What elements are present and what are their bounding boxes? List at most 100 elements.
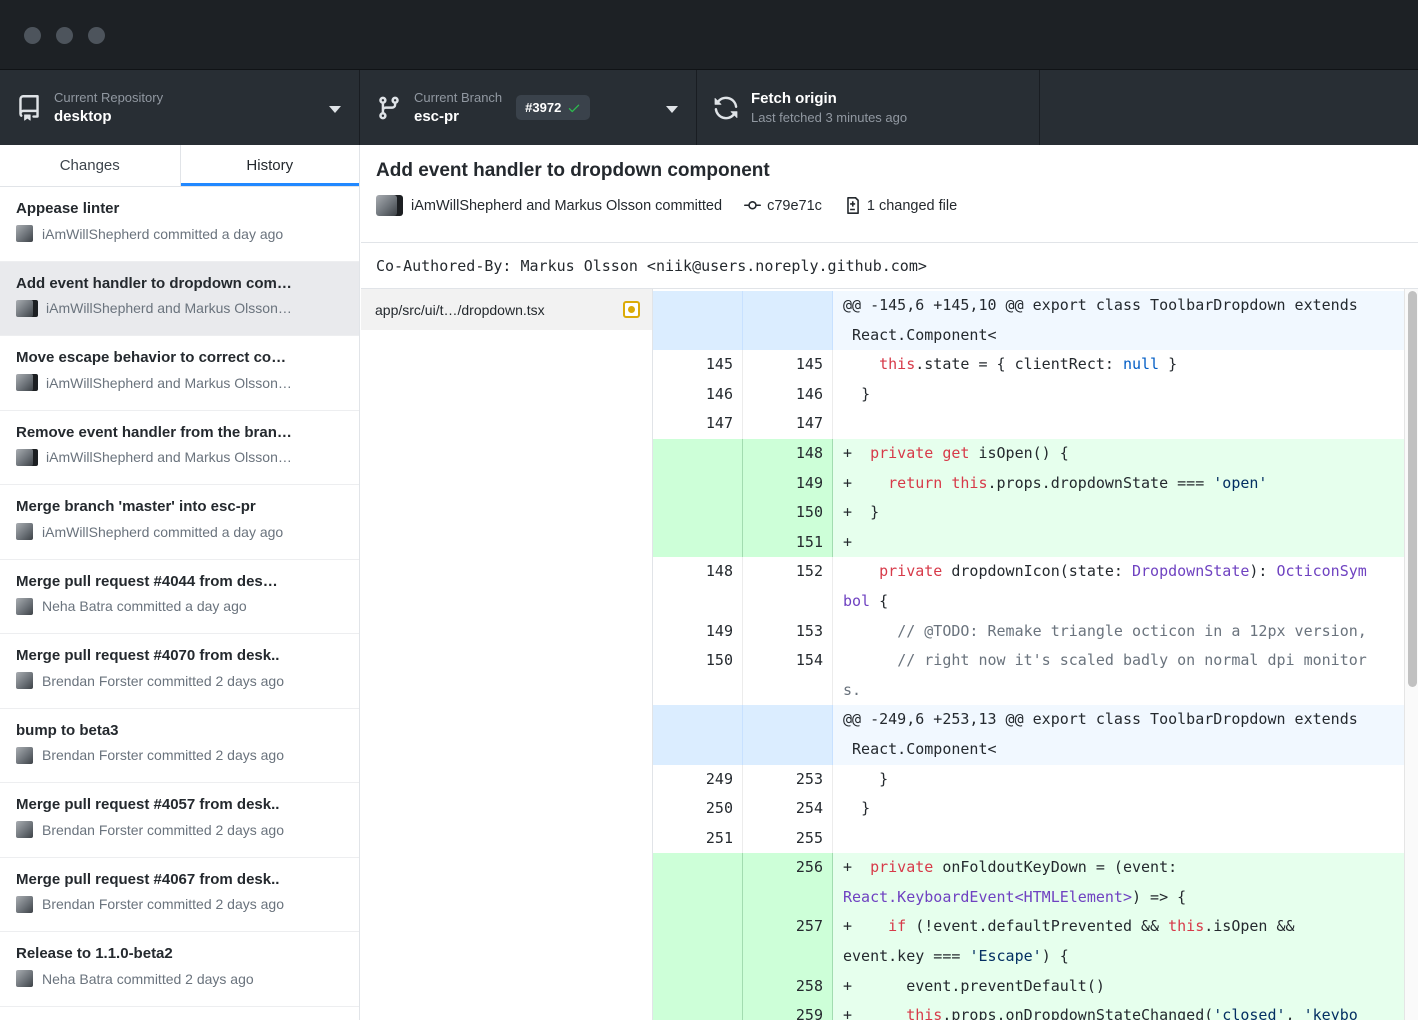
diff-line: 256+ private onFoldoutKeyDown = (event: … <box>653 853 1418 912</box>
old-line-number <box>653 912 743 971</box>
commit-item-meta: Brendan Forster committed 2 days ago <box>16 672 343 689</box>
diff-line: 149+ return this.props.dropdownState ===… <box>653 469 1418 499</box>
diff-code: // @TODO: Remake triangle octicon in a 1… <box>833 617 1418 647</box>
new-line-number: 253 <box>743 765 833 795</box>
commit-list-item[interactable]: Appease linter iAmWillShepherd committed … <box>0 187 359 262</box>
diff-code: + private get isOpen() { <box>833 439 1418 469</box>
commit-item-meta: iAmWillShepherd and Markus Olsson… <box>16 449 343 466</box>
old-line-number: 250 <box>653 794 743 824</box>
committer-names: iAmWillShepherd and Markus Olsson commit… <box>411 198 722 214</box>
new-line-number: 254 <box>743 794 833 824</box>
commit-item-title: Move escape behavior to correct co… <box>16 347 343 368</box>
old-line-number: 149 <box>653 617 743 647</box>
diff-line: 150154 // right now it's scaled badly on… <box>653 646 1418 705</box>
chevron-down-icon <box>666 106 678 113</box>
diff-code: + this.props.onDropdownStateChanged('clo… <box>833 1001 1418 1020</box>
commit-item-title: Add event handler to dropdown com… <box>16 273 343 294</box>
current-repository-label: Current Repository <box>54 90 163 105</box>
commit-list-item[interactable]: Merge pull request #4044 from des…Neha B… <box>0 560 359 635</box>
check-icon <box>567 101 581 115</box>
commit-item-meta: iAmWillShepherd and Markus Olsson… <box>16 300 343 317</box>
diff-code: } <box>833 380 1418 410</box>
new-line-number <box>743 291 833 350</box>
tab-history[interactable]: History <box>180 145 360 186</box>
changed-files-count: 1 changed file <box>867 198 957 214</box>
commit-meta: iAmWillShepherd and Markus Olsson commit… <box>376 195 1418 216</box>
diff-code: this.state = { clientRect: null } <box>833 350 1418 380</box>
commit-item-meta: iAmWillShepherd and Markus Olsson… <box>16 374 343 391</box>
commit-list-item[interactable]: Merge pull request #4070 from desk.. Bren… <box>0 634 359 709</box>
commit-list-item[interactable]: Merge pull request #4067 from desk..Bren… <box>0 858 359 933</box>
diff-code: } <box>833 794 1418 824</box>
diff-view: @@ -145,6 +145,10 @@ export class Toolba… <box>653 289 1418 1020</box>
commit-list-item[interactable]: Merge pull request #4057 from desk.. Bren… <box>0 783 359 858</box>
window-close-button[interactable] <box>24 27 41 44</box>
commit-list-item[interactable]: Remove event handler from the bran… iAmWi… <box>0 411 359 486</box>
toolbar: Current Repository desktop Current Branc… <box>0 70 1418 145</box>
commit-item-title: Merge pull request #4067 from desk.. <box>16 869 343 890</box>
diff-scrollbar-thumb[interactable] <box>1408 291 1417 687</box>
commit-list-item[interactable]: Move escape behavior to correct co… iAmWi… <box>0 336 359 411</box>
commit-sha: c79e71c <box>767 198 822 214</box>
diff-code: + } <box>833 498 1418 528</box>
diff-code: // right now it's scaled badly on normal… <box>833 646 1418 705</box>
new-line-number: 145 <box>743 350 833 380</box>
current-branch-value: esc-pr <box>414 108 502 125</box>
old-line-number <box>653 469 743 499</box>
commit-list-item[interactable]: bump to beta3 Brendan Forster committed 2… <box>0 709 359 784</box>
commit-title: Add event handler to dropdown component <box>376 160 1418 182</box>
commit-item-meta: Brendan Forster committed 2 days ago <box>16 821 343 838</box>
diff-line: 148152 private dropdownIcon(state: Dropd… <box>653 557 1418 616</box>
old-line-number <box>653 439 743 469</box>
commit-item-title: bump to beta3 <box>16 720 343 741</box>
old-line-number: 147 <box>653 409 743 439</box>
committer-avatars <box>376 195 402 216</box>
commit-item-title: Merge pull request #4070 from desk.. <box>16 645 343 666</box>
commit-item-meta: Brendan Forster committed 2 days ago <box>16 747 343 764</box>
commit-list: Appease linter iAmWillShepherd committed … <box>0 187 359 1020</box>
new-line-number: 148 <box>743 439 833 469</box>
commit-message: Co-Authored-By: Markus Olsson <niik@user… <box>361 242 1418 289</box>
current-branch-button[interactable]: Current Branch esc-pr #3972 <box>360 70 697 145</box>
git-commit-icon <box>744 197 761 214</box>
new-line-number: 152 <box>743 557 833 616</box>
commit-list-item[interactable]: Release to 1.1.0-beta2Neha Batra committ… <box>0 932 359 1007</box>
avatar <box>16 672 34 689</box>
diff-line: 146146 } <box>653 380 1418 410</box>
diff-line: 151+ <box>653 528 1418 558</box>
commit-item-meta: iAmWillShepherd committed a day ago <box>16 225 343 242</box>
file-row[interactable]: app/src/ui/t…/dropdown.tsx <box>361 289 652 330</box>
commit-list-item[interactable]: Merge pull request #4071 from d… <box>0 1007 359 1020</box>
sidebar-tabs: Changes History <box>0 145 359 187</box>
file-path: app/src/ui/t…/dropdown.tsx <box>375 302 623 318</box>
fetch-origin-button[interactable]: Fetch origin Last fetched 3 minutes ago <box>697 70 1040 145</box>
file-diff-icon <box>844 197 861 214</box>
sync-icon <box>713 95 739 121</box>
current-repository-value: desktop <box>54 108 163 125</box>
old-line-number <box>653 972 743 1002</box>
commit-item-title: Remove event handler from the bran… <box>16 422 343 443</box>
current-repository-button[interactable]: Current Repository desktop <box>0 70 360 145</box>
commit-item-title: Merge pull request #4057 from desk.. <box>16 794 343 815</box>
tab-changes[interactable]: Changes <box>0 145 180 186</box>
new-line-number: 150 <box>743 498 833 528</box>
old-line-number <box>653 853 743 912</box>
old-line-number: 251 <box>653 824 743 854</box>
diff-scrollbar[interactable] <box>1404 289 1418 1020</box>
new-line-number: 147 <box>743 409 833 439</box>
new-line-number: 151 <box>743 528 833 558</box>
avatar <box>16 449 38 466</box>
git-branch-icon <box>376 95 402 121</box>
window-titlebar <box>0 0 1418 70</box>
pull-request-badge[interactable]: #3972 <box>516 95 590 120</box>
commit-item-title: Appease linter <box>16 198 343 219</box>
diff-line: 150+ } <box>653 498 1418 528</box>
window-minimize-button[interactable] <box>56 27 73 44</box>
new-line-number: 255 <box>743 824 833 854</box>
chevron-down-icon <box>329 106 341 113</box>
toolbar-spacer <box>1040 70 1418 145</box>
new-line-number <box>743 705 833 764</box>
window-zoom-button[interactable] <box>88 27 105 44</box>
commit-list-item[interactable]: Merge branch 'master' into esc-priAmWill… <box>0 485 359 560</box>
commit-list-item[interactable]: Add event handler to dropdown com… iAmWil… <box>0 262 359 337</box>
